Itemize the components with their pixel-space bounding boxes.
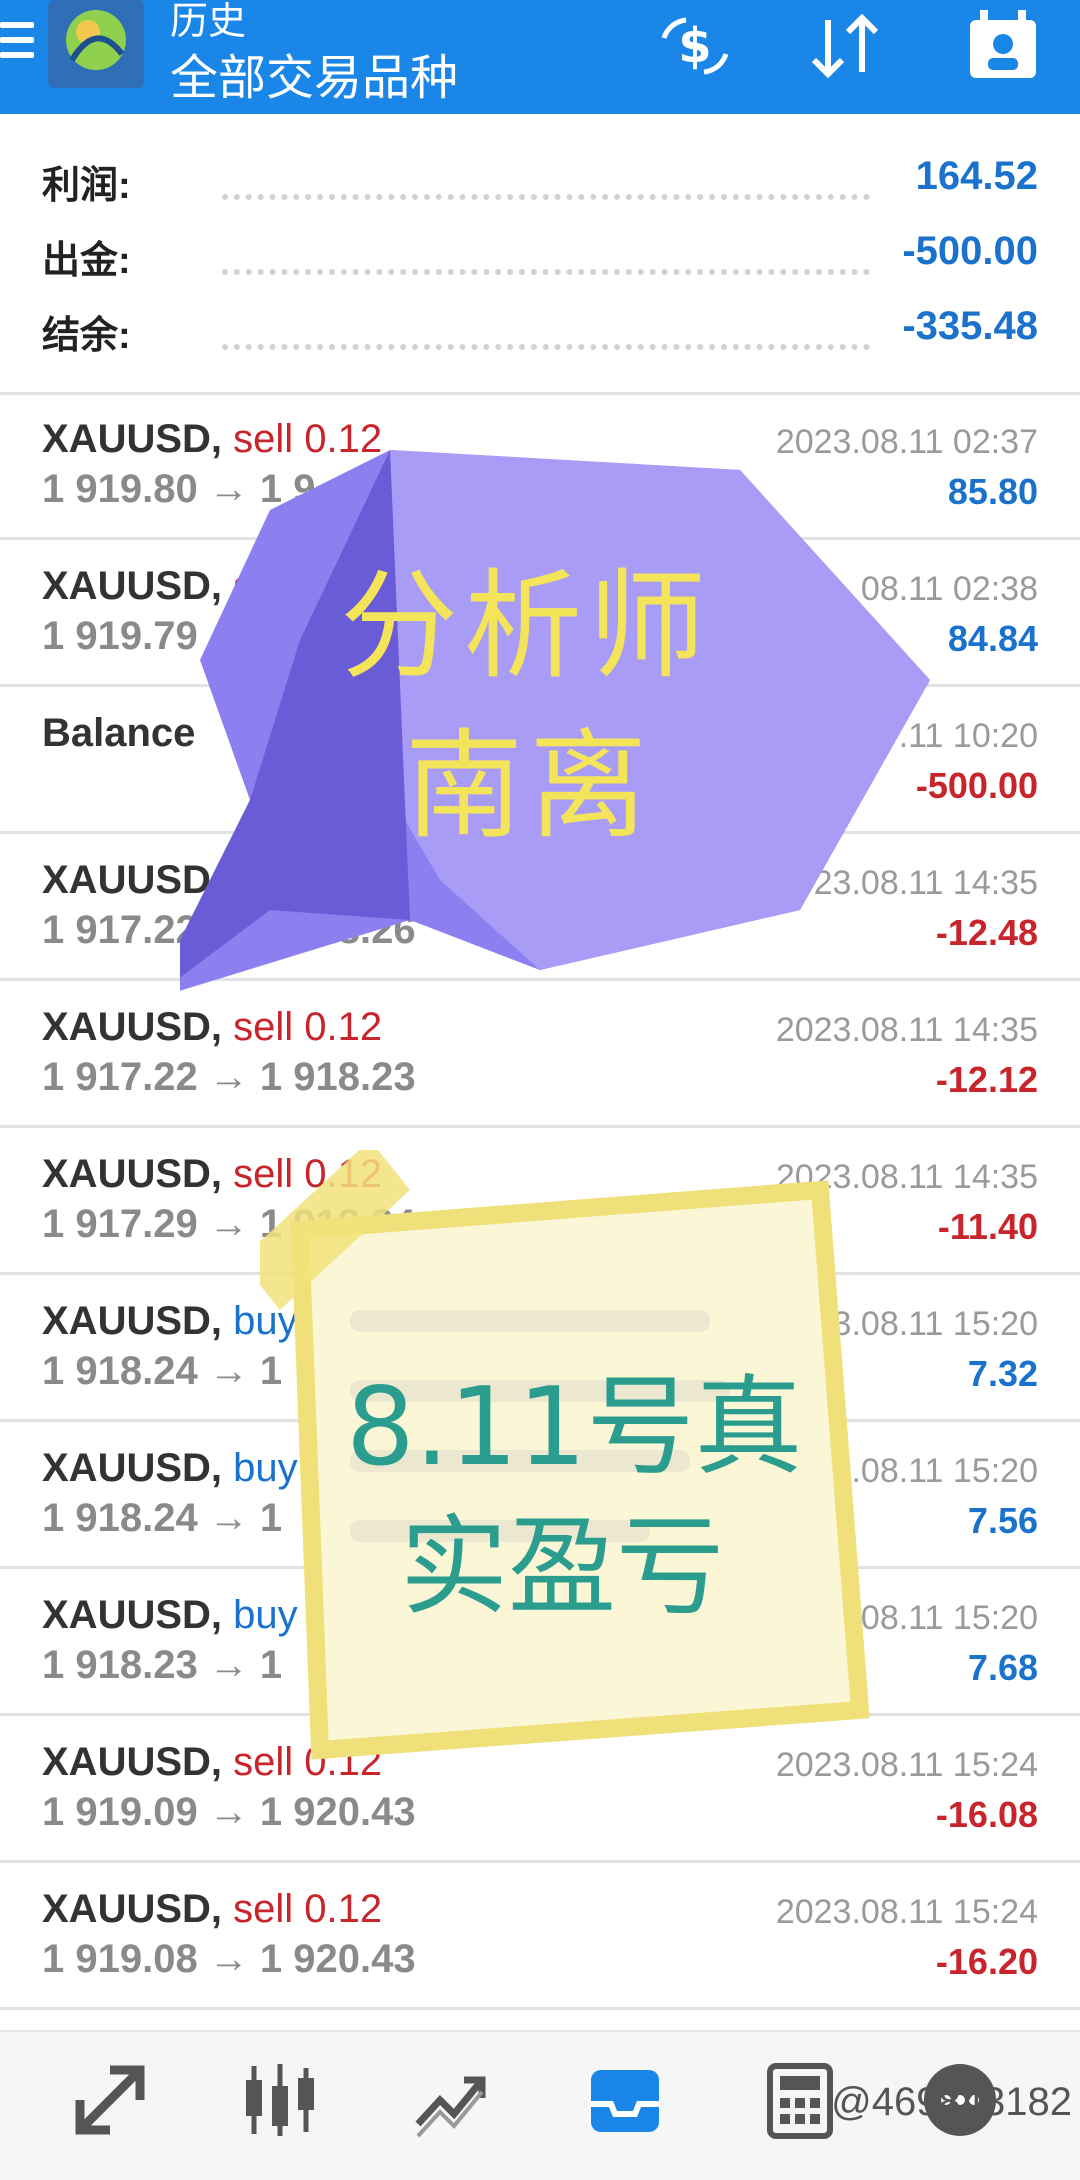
bubble-text-line2: 南离 [405, 717, 654, 855]
trade-arrows-icon[interactable] [70, 2060, 150, 2140]
calendar-icon[interactable] [960, 8, 1050, 84]
summary-label: 出金: [42, 240, 131, 282]
summary-value: 164.52 [915, 154, 1038, 198]
dotted-leader [222, 344, 870, 350]
trade-symbol: XAUUSD, [42, 1740, 223, 1784]
app-bar: 历史 全部交易品种 $ [0, 0, 1080, 114]
trade-symbol: XAUUSD, [42, 1299, 223, 1343]
trade-profit: -16.08 [935, 1794, 1038, 1835]
summary-value: -335.48 [902, 304, 1038, 348]
sticky-note-overlay: 8.11号真 实盈亏 [240, 1140, 880, 1770]
chart-candles-icon[interactable] [240, 2060, 320, 2140]
table-row[interactable]: XAUUSD, sell 0.12 1 919.08 → 1 920.43 20… [0, 1863, 1080, 2010]
sort-icon[interactable] [800, 8, 890, 84]
trade-profit: -11.40 [937, 1206, 1038, 1247]
trade-profit: -12.48 [935, 912, 1038, 953]
watermark-text: @469843182 [831, 2080, 1072, 2124]
trade-symbol: Balance [42, 711, 196, 755]
svg-text:$: $ [678, 18, 711, 74]
summary-row-profit: 利润: 164.52 [0, 154, 1080, 214]
dotted-leader [222, 194, 870, 200]
trade-profit: -12.12 [935, 1059, 1038, 1100]
trade-symbol: XAUUSD, [42, 1152, 223, 1196]
trade-prices: 1 919.09 → 1 920.43 [42, 1790, 416, 1834]
trade-prices: 1 918.24 → 1 [42, 1496, 283, 1540]
trade-prices: 1 919.08 → 1 920.43 [42, 1937, 416, 1981]
trade-profit: 84.84 [947, 618, 1038, 659]
trade-symbol: XAUUSD, [42, 1887, 223, 1931]
app-logo [48, 0, 144, 88]
trade-symbol: XAUUSD, [42, 1446, 223, 1490]
trade-prices: 1 917.22 → 1 918.23 [42, 1055, 416, 1099]
currency-exchange-icon[interactable]: $ [650, 8, 740, 84]
trade-profit: 7.56 [967, 1500, 1038, 1541]
dotted-leader [222, 269, 870, 275]
bubble-text-line1: 分析师 [340, 557, 713, 695]
summary-panel: 利润: 164.52 出金: -500.00 结余: -335.48 [0, 114, 1080, 395]
trade-profit: 7.68 [967, 1647, 1038, 1688]
inbox-icon[interactable] [585, 2060, 665, 2140]
calculator-icon[interactable] [760, 2060, 840, 2140]
trade-prices: 1 918.24 → 1 [42, 1349, 283, 1393]
analyst-bubble-overlay: 分析师 南离 [150, 440, 940, 1020]
sticky-note-text-line1: 8.11号真 [346, 1365, 803, 1490]
trade-side: sell 0.12 [233, 1887, 383, 1931]
page-title[interactable]: 全部交易品种 [170, 38, 458, 108]
menu-icon[interactable] [0, 22, 34, 68]
trade-prices: 1 918.23 → 1 [42, 1643, 283, 1687]
trade-profit: -16.20 [935, 1941, 1038, 1982]
summary-value: -500.00 [902, 229, 1038, 273]
trade-symbol: XAUUSD, [42, 1593, 223, 1637]
trade-profit: 85.80 [947, 471, 1038, 512]
trade-profit: 7.32 [967, 1353, 1038, 1394]
trade-prices: 1 919.79 [42, 614, 198, 658]
summary-row-balance: 结余: -335.48 [0, 304, 1080, 364]
trade-time: 2023.08.11 15:24 [775, 1893, 1038, 1931]
trend-icon[interactable] [410, 2060, 490, 2140]
summary-label: 结余: [42, 315, 131, 357]
sticky-note-text-line2: 实盈亏 [400, 1505, 725, 1630]
summary-label: 利润: [42, 165, 131, 207]
summary-row-withdrawal: 出金: -500.00 [0, 229, 1080, 289]
